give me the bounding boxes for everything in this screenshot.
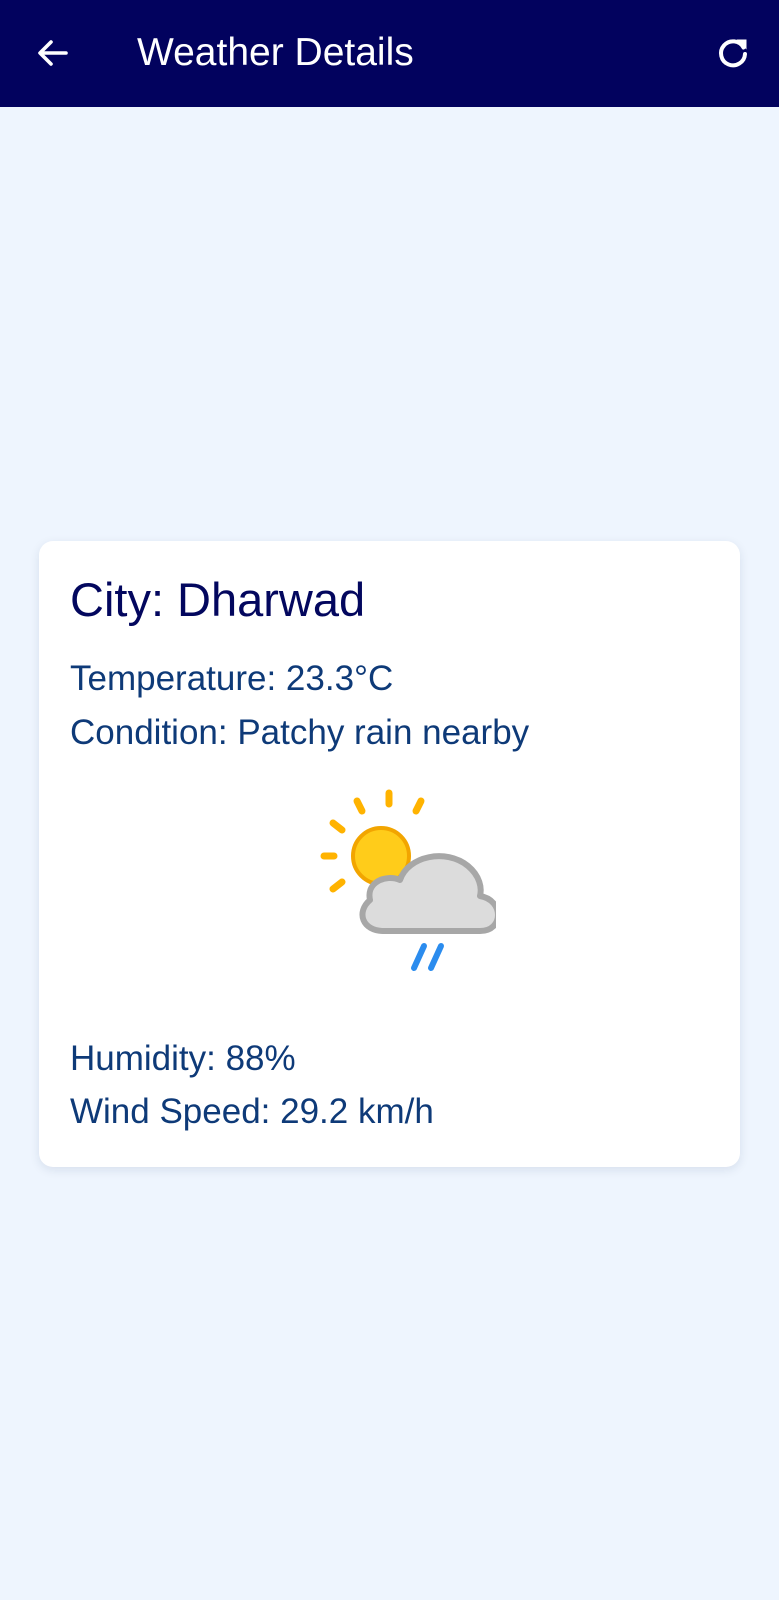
wind-speed-text: Wind Speed: 29.2 km/h [70, 1092, 434, 1131]
temperature-text: Temperature: 23.3°C [70, 659, 394, 698]
refresh-icon [719, 39, 747, 68]
page-title: Weather Details [137, 31, 414, 74]
humidity-text: Humidity: 88% [70, 1039, 296, 1078]
refresh-button[interactable] [710, 30, 756, 76]
condition-text: Condition: Patchy rain nearby [70, 713, 530, 752]
weather-card: City: Dharwad Temperature: 23.3°C Condit… [39, 541, 740, 1167]
app-bar: Weather Details [0, 0, 779, 107]
patchy-rain-icon [320, 789, 496, 971]
arrow-left-icon [38, 40, 68, 66]
city-name: City: Dharwad [70, 573, 366, 626]
rain-drops [411, 943, 444, 971]
back-button[interactable] [30, 30, 76, 76]
